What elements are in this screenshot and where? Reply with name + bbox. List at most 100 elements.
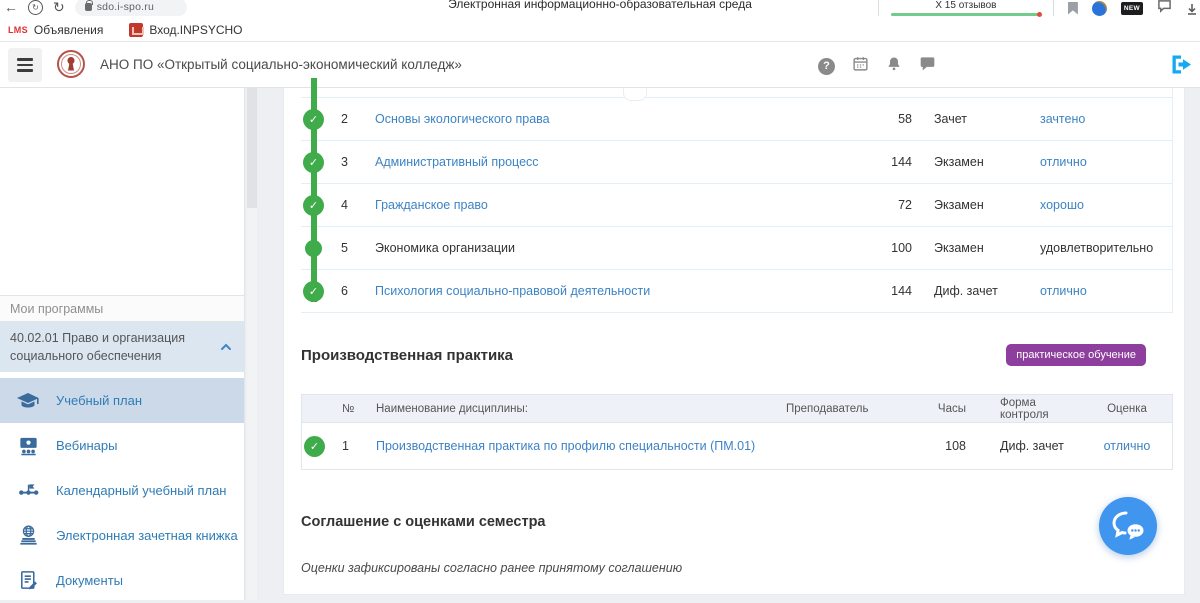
status-cell: ✓ <box>301 270 341 312</box>
row-number: 3 <box>341 155 375 169</box>
reviews-progress-bar <box>891 13 1041 16</box>
page-body: Мои программы 40.02.01 Право и организац… <box>0 88 1200 600</box>
firefox-icon[interactable] <box>1092 1 1107 16</box>
hours-value: 100 <box>870 241 934 255</box>
column-header: Форма контроля <box>976 397 1082 421</box>
bookmark-flag-icon[interactable] <box>1068 2 1078 15</box>
subject-link: Экономика организации <box>375 241 515 255</box>
table-row: ✓ 4 Гражданское право 72 Экзамен хорошо <box>301 184 1172 227</box>
chevron-up-icon <box>220 338 232 356</box>
status-cell <box>301 227 341 269</box>
completed-check-icon: ✓ <box>303 109 324 130</box>
extension-circle-icon[interactable]: ↻ <box>28 0 43 15</box>
sidebar-item-gradebook[interactable]: Электронная зачетная книжка <box>0 513 244 558</box>
agreement-heading: Соглашение с оценками семестра <box>301 514 1173 530</box>
subject-link[interactable]: Административный процесс <box>375 155 539 169</box>
completed-check-icon: ✓ <box>304 436 325 457</box>
control-form: Экзамен <box>934 198 1040 212</box>
table-row: ✓ 6 Психология социально-правовой деятел… <box>301 270 1172 313</box>
sidebar-item-label: Календарный учебный план <box>56 483 226 498</box>
subject-link[interactable]: Основы экологического права <box>375 112 550 126</box>
sidebar-scrollbar[interactable] <box>247 88 257 600</box>
chat-bubbles-icon <box>1110 510 1146 542</box>
hours-value: 144 <box>870 155 934 169</box>
new-extension-badge[interactable]: NEW <box>1121 2 1143 15</box>
sidebar-section-label: Мои программы <box>0 295 244 322</box>
hours-value: 72 <box>870 198 934 212</box>
back-icon[interactable]: ← <box>4 0 18 16</box>
control-form: Экзамен <box>934 241 1040 255</box>
browser-page-title: Электронная информационно-образовательна… <box>380 0 820 11</box>
calendar-icon[interactable] <box>852 55 869 77</box>
in-progress-dot-icon <box>305 240 322 257</box>
feedback-bubble-icon[interactable] <box>1157 0 1172 18</box>
address-bar[interactable]: sdo.i-spo.ru <box>75 0 187 16</box>
sidebar-item-documents[interactable]: Документы <box>0 558 244 603</box>
main-content-card: ✓ 2 Основы экологического права 58 Зачет… <box>283 88 1185 595</box>
column-header: Часы <box>912 403 976 415</box>
grade-link[interactable]: отлично <box>1040 155 1087 169</box>
partial-row-top <box>301 88 1172 98</box>
grade-link[interactable]: отлично <box>1040 284 1087 298</box>
sidebar: Мои программы 40.02.01 Право и организац… <box>0 88 245 600</box>
row-number: 2 <box>341 112 375 126</box>
status-cell: ✓ <box>302 423 342 469</box>
gradebook-icon <box>0 524 56 547</box>
reviews-widget[interactable]: X 15 отзывов <box>878 0 1054 16</box>
grade-link[interactable]: отлично <box>1104 439 1151 453</box>
calendar-plan-icon <box>0 479 56 502</box>
url-text: sdo.i-spo.ru <box>97 1 154 13</box>
chat-widget-button[interactable] <box>1099 497 1157 555</box>
practice-table: №Наименование дисциплины:ПреподавательЧа… <box>301 394 1173 470</box>
logout-icon[interactable] <box>1169 53 1194 81</box>
control-form: Зачет <box>934 112 1040 126</box>
table-row: ✓ 1 Производственная практика по профилю… <box>302 423 1172 469</box>
help-icon[interactable]: ? <box>818 58 835 75</box>
row-number: 6 <box>341 284 375 298</box>
column-header: Наименование дисциплины: <box>376 403 786 415</box>
scrollbar-thumb[interactable] <box>247 88 257 208</box>
lock-icon <box>85 3 92 11</box>
sidebar-item-label: Учебный план <box>56 393 142 408</box>
status-cell: ✓ <box>301 141 341 183</box>
sidebar-item-graduation-cap[interactable]: Учебный план <box>0 378 244 423</box>
bookmark-inpsycho[interactable]: Вход.INPSYCHO <box>129 23 242 37</box>
practice-table-header: №Наименование дисциплины:ПреподавательЧа… <box>302 395 1172 423</box>
row-number: 5 <box>341 241 375 255</box>
graduation-cap-icon <box>0 389 56 413</box>
college-logo <box>56 49 86 84</box>
inpsycho-icon <box>129 23 143 37</box>
control-form: Диф. зачет <box>934 284 1040 298</box>
completed-check-icon: ✓ <box>303 195 324 216</box>
bookmarks-bar: LMS Объявления Вход.INPSYCHO <box>0 18 1200 42</box>
chat-icon[interactable] <box>919 56 936 76</box>
sidebar-item-calendar-plan[interactable]: Календарный учебный план <box>0 468 244 513</box>
documents-icon <box>0 569 56 592</box>
subject-link[interactable]: Гражданское право <box>375 198 488 212</box>
status-cell: ✓ <box>301 98 341 140</box>
download-icon[interactable] <box>1186 2 1198 15</box>
hours-value: 58 <box>870 112 934 126</box>
subject-link[interactable]: Производственная практика по профилю спе… <box>376 439 755 453</box>
completed-check-icon: ✓ <box>303 281 324 302</box>
sidebar-item-webinar[interactable]: Вебинары <box>0 423 244 468</box>
sidebar-program-toggle[interactable]: 40.02.01 Право и организация социального… <box>0 322 244 372</box>
reviews-text: X 15 отзывов <box>935 0 996 11</box>
bookmark-announcements[interactable]: LMS Объявления <box>8 23 103 37</box>
grade-link: удовлетворительно <box>1040 241 1153 255</box>
webinar-icon <box>0 434 56 457</box>
menu-hamburger-button[interactable] <box>8 48 42 82</box>
subject-link[interactable]: Психология социально-правовой деятельнос… <box>375 284 650 298</box>
column-header: № <box>342 403 376 415</box>
control-form: Диф. зачет <box>976 439 1082 453</box>
grade-link[interactable]: зачтено <box>1040 112 1085 126</box>
reload-icon[interactable]: ↻ <box>53 0 65 16</box>
grade-link[interactable]: хорошо <box>1040 198 1084 212</box>
org-title: АНО ПО «Открытый социально-экономический… <box>100 57 462 72</box>
practice-type-badge: практическое обучение <box>1006 344 1146 366</box>
bell-icon[interactable] <box>886 55 902 77</box>
practice-heading: Производственная практика <box>301 347 513 364</box>
status-cell: ✓ <box>301 184 341 226</box>
hours-value: 108 <box>912 439 976 453</box>
column-header: Оценка <box>1082 403 1172 415</box>
